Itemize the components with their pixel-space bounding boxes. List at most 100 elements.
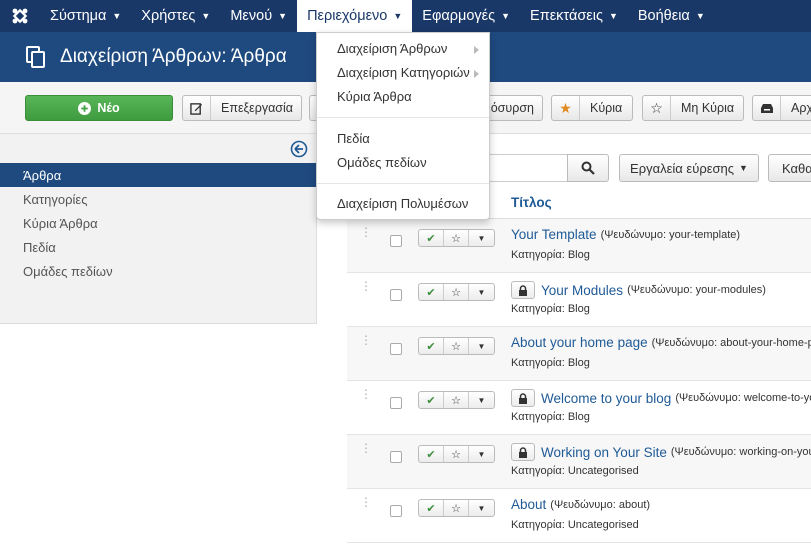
- nav-users[interactable]: Χρήστες ▼: [131, 0, 220, 32]
- archive-box-icon: [753, 96, 781, 120]
- caret-down-icon: ▼: [739, 163, 748, 173]
- sidebar-item-categories[interactable]: Κατηγορίες: [0, 187, 317, 211]
- caret-down-icon: ▼: [278, 11, 288, 21]
- drag-handle-icon[interactable]: ⋮: [360, 388, 372, 400]
- drag-handle-icon[interactable]: ⋮: [360, 334, 372, 346]
- caret-down-icon[interactable]: ▼: [469, 446, 494, 462]
- article-title-link[interactable]: Your Template: [511, 227, 597, 242]
- caret-down-icon[interactable]: ▼: [469, 500, 494, 516]
- lock-icon[interactable]: [511, 389, 535, 407]
- menu-item-featured[interactable]: Κύρια Άρθρα: [337, 89, 412, 104]
- published-check-icon[interactable]: ✔: [419, 500, 444, 516]
- menu-item-categories[interactable]: Διαχείριση Κατηγοριών: [337, 65, 470, 80]
- star-outline-icon[interactable]: ☆: [444, 230, 469, 246]
- row-checkbox[interactable]: [390, 343, 402, 355]
- article-category: Κατηγορία: Uncategorised: [511, 519, 639, 531]
- star-outline-icon[interactable]: ☆: [444, 500, 469, 516]
- search-input[interactable]: [480, 154, 568, 182]
- table-row: ⋮ ✔ ☆ ▼ Your Modules (Ψευδώνυμο: your-mo…: [347, 273, 811, 327]
- table-row: ⋮ ✔ ☆ ▼ Welcome to your blog (Ψευδώνυμο:…: [347, 381, 811, 435]
- status-controls: ✔ ☆ ▼: [418, 283, 495, 301]
- menu-item-articles[interactable]: Διαχείριση Άρθρων: [337, 41, 447, 56]
- title-line: About (Ψευδώνυμο: about): [511, 497, 650, 512]
- search-tools-button[interactable]: Εργαλεία εύρεσης ▼: [619, 154, 759, 182]
- star-filled-icon: ★: [552, 96, 580, 120]
- title-column-header[interactable]: Τίτλος: [511, 195, 552, 210]
- drag-handle-icon[interactable]: ⋮: [360, 496, 372, 508]
- row-checkbox[interactable]: [390, 451, 402, 463]
- nav-extensions[interactable]: Επεκτάσεις ▼: [520, 0, 628, 32]
- article-category: Κατηγορία: Blog: [511, 249, 590, 261]
- nav-components[interactable]: Εφαρμογές ▼: [412, 0, 520, 32]
- status-controls: ✔ ☆ ▼: [418, 445, 495, 463]
- row-checkbox[interactable]: [390, 505, 402, 517]
- star-outline-icon: ☆: [643, 96, 671, 120]
- caret-down-icon: ▼: [695, 11, 705, 21]
- edit-button-label: Επεξεργασία: [221, 101, 294, 115]
- sidebar-item-field-groups[interactable]: Ομάδες πεδίων: [0, 259, 317, 283]
- article-title-link[interactable]: Your Modules: [541, 283, 623, 298]
- row-checkbox[interactable]: [390, 397, 402, 409]
- sidebar-item-fields[interactable]: Πεδία: [0, 235, 317, 259]
- featured-button[interactable]: ★ Κύρια: [551, 95, 633, 121]
- caret-down-icon[interactable]: ▼: [469, 392, 494, 408]
- search-icon: [581, 161, 595, 175]
- article-alias: (Ψευδώνυμο: your-template): [600, 228, 741, 241]
- star-outline-icon[interactable]: ☆: [444, 392, 469, 408]
- unfeatured-button[interactable]: ☆ Μη Κύρια: [642, 95, 744, 121]
- sidebar-item-articles[interactable]: Άρθρα: [0, 163, 317, 187]
- caret-down-icon[interactable]: ▼: [469, 284, 494, 300]
- drag-handle-icon[interactable]: ⋮: [360, 226, 372, 238]
- nav-components-label: Εφαρμογές: [422, 8, 496, 24]
- sidebar-item-featured[interactable]: Κύρια Άρθρα: [0, 211, 317, 235]
- article-alias: (Ψευδώνυμο: about-your-home-pa: [651, 336, 811, 349]
- article-title-link[interactable]: About: [511, 497, 546, 512]
- article-title-link[interactable]: Working on Your Site: [541, 445, 667, 460]
- nav-system[interactable]: Σύστημα ▼: [40, 0, 131, 32]
- search-button[interactable]: [567, 154, 609, 182]
- published-check-icon[interactable]: ✔: [419, 446, 444, 462]
- caret-down-icon[interactable]: ▼: [469, 230, 494, 246]
- published-check-icon[interactable]: ✔: [419, 284, 444, 300]
- status-controls: ✔ ☆ ▼: [418, 229, 495, 247]
- menu-divider: [317, 117, 489, 118]
- caret-down-icon: ▼: [201, 11, 211, 21]
- lock-icon[interactable]: [511, 443, 535, 461]
- published-check-icon[interactable]: ✔: [419, 392, 444, 408]
- joomla-logo-icon[interactable]: [0, 0, 40, 32]
- star-outline-icon[interactable]: ☆: [444, 284, 469, 300]
- row-checkbox[interactable]: [390, 235, 402, 247]
- caret-down-icon[interactable]: ▼: [469, 338, 494, 354]
- clear-button-label: Καθα: [782, 160, 811, 176]
- star-outline-icon[interactable]: ☆: [444, 446, 469, 462]
- arrow-left-circle-icon[interactable]: [290, 140, 308, 158]
- edit-icon: [183, 96, 211, 120]
- submenu-arrow-icon: [474, 46, 479, 54]
- nav-menus-label: Μενού: [230, 8, 273, 24]
- row-checkbox[interactable]: [390, 289, 402, 301]
- published-check-icon[interactable]: ✔: [419, 230, 444, 246]
- menu-item-field-groups[interactable]: Ομάδες πεδίων: [337, 155, 427, 170]
- nav-content[interactable]: Περιεχόμενο ▼: [297, 0, 413, 32]
- article-title-link[interactable]: About your home page: [511, 335, 648, 350]
- published-check-icon[interactable]: ✔: [419, 338, 444, 354]
- title-line: Welcome to your blog (Ψευδώνυμο: welcome…: [511, 389, 811, 407]
- article-alias: (Ψευδώνυμο: about): [550, 498, 651, 511]
- archive-box-button[interactable]: Αρχ: [752, 95, 811, 121]
- title-line: About your home page (Ψευδώνυμο: about-y…: [511, 335, 811, 350]
- search-tools-label: Εργαλεία εύρεσης: [630, 160, 735, 176]
- nav-menus[interactable]: Μενού ▼: [220, 0, 297, 32]
- new-button[interactable]: Νέο: [25, 95, 173, 121]
- nav-help[interactable]: Βοήθεια ▼: [628, 0, 715, 32]
- menu-item-media[interactable]: Διαχείριση Πολυμέσων: [337, 196, 468, 211]
- drag-handle-icon[interactable]: ⋮: [360, 280, 372, 292]
- article-alias: (Ψευδώνυμο: welcome-to-yo: [675, 392, 811, 404]
- clear-button[interactable]: Καθα: [768, 154, 811, 182]
- article-title-link[interactable]: Welcome to your blog: [541, 391, 671, 406]
- article-alias: (Ψευδώνυμο: working-on-you: [670, 446, 811, 458]
- drag-handle-icon[interactable]: ⋮: [360, 442, 372, 454]
- star-outline-icon[interactable]: ☆: [444, 338, 469, 354]
- edit-button[interactable]: Επεξεργασία: [182, 95, 302, 121]
- menu-item-fields[interactable]: Πεδία: [337, 131, 370, 146]
- lock-icon[interactable]: [511, 281, 535, 299]
